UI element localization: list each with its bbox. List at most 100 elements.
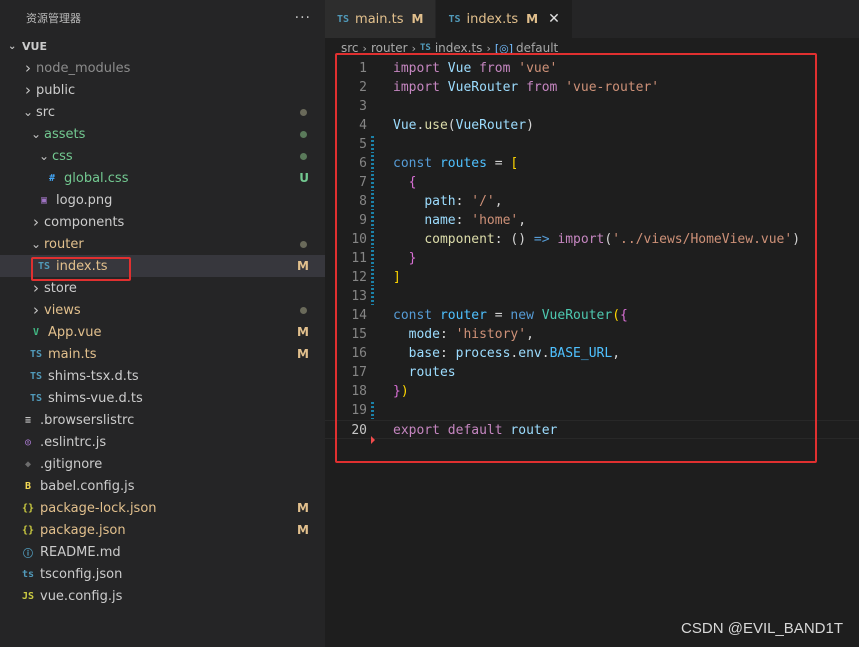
code-line[interactable]: 17 routes [325, 363, 859, 382]
line-number: 17 [351, 365, 367, 380]
tree-file[interactable]: V App.vue M [0, 321, 325, 343]
tree-file[interactable]: TS shims-tsx.d.ts [0, 365, 325, 387]
code-line[interactable]: 16 base: process.env.BASE_URL, [325, 344, 859, 363]
tree-folder[interactable]: › node_modules [0, 57, 325, 79]
gutter-modified-marker[interactable] [371, 155, 374, 172]
explorer-title: 资源管理器 [26, 11, 81, 25]
tree-file[interactable]: TS shims-vue.d.ts [0, 387, 325, 409]
code-line[interactable]: 1 import Vue from 'vue' [325, 59, 859, 78]
gutter-modified-marker[interactable] [371, 231, 374, 248]
tree-file[interactable]: ◎ .eslintrc.js [0, 431, 325, 453]
code-line[interactable]: 18}) [325, 382, 859, 401]
code-line[interactable]: 9 name: 'home', [325, 211, 859, 230]
breadcrumb-symbol[interactable]: default [516, 41, 558, 55]
tree-item-label: public [36, 82, 76, 98]
line-number: 14 [351, 308, 367, 323]
tree-file[interactable]: ◆ .gitignore [0, 453, 325, 475]
tree-folder[interactable]: ⌄ router [0, 233, 325, 255]
more-actions-icon[interactable]: ··· [295, 10, 311, 26]
tree-item-label: store [44, 280, 77, 296]
code-line[interactable]: 14 const router = new VueRouter({ [325, 306, 859, 325]
gutter-modified-marker[interactable] [371, 288, 374, 305]
tree-file[interactable]: ts tsconfig.json [0, 563, 325, 585]
tree-file[interactable]: TS index.ts M [0, 255, 325, 277]
tab-index-ts[interactable]: TS index.ts M ✕ [436, 0, 572, 38]
gutter-modified-marker[interactable] [371, 136, 374, 153]
gutter-modified-marker[interactable] [371, 269, 374, 286]
code-line[interactable]: 3 [325, 97, 859, 116]
tree-item-label: global.css [64, 170, 129, 186]
close-icon[interactable]: ✕ [548, 11, 560, 27]
chevron-right-icon: › [25, 81, 31, 99]
code-token: mode [408, 327, 440, 342]
tree-folder[interactable]: ⌄ assets [0, 123, 325, 145]
code-token: , [612, 346, 621, 361]
code-token: VueRouter [541, 308, 613, 323]
tree-file[interactable]: ≡ .browserslistrc [0, 409, 325, 431]
chevron-right-icon: › [33, 301, 39, 319]
git-status-badge: M [297, 523, 309, 537]
code-line[interactable]: 8 path: '/', [325, 192, 859, 211]
gutter-modified-marker[interactable] [371, 402, 374, 419]
code-line[interactable]: 2 import VueRouter from 'vue-router' [325, 78, 859, 97]
code-line[interactable]: 10 component: () => import('../views/Hom… [325, 230, 859, 249]
typescript-icon: TS [448, 13, 461, 25]
code-line[interactable]: 7 { [325, 173, 859, 192]
gutter-modified-marker[interactable] [371, 212, 374, 229]
breadcrumb-file[interactable]: index.ts [435, 41, 483, 55]
code-text: mode: 'history', [393, 325, 534, 344]
code-token: : () [494, 232, 534, 247]
tree-item-label: main.ts [48, 346, 97, 362]
tree-file[interactable]: ⓘ README.md [0, 541, 325, 563]
tree-file[interactable]: ▣ logo.png [0, 189, 325, 211]
tree-folder[interactable]: ⌄ css [0, 145, 325, 167]
tree-file[interactable]: # global.css U [0, 167, 325, 189]
code-line[interactable]: 4 Vue.use(VueRouter) [325, 116, 859, 135]
tree-file[interactable]: Bbabel.config.js [0, 475, 325, 497]
tree-folder[interactable]: › store [0, 277, 325, 299]
tree-file[interactable]: JS vue.config.js [0, 585, 325, 607]
code-line[interactable]: 12] [325, 268, 859, 287]
tree-item-label: assets [44, 126, 86, 142]
file-type-icon: ◆ [24, 458, 32, 470]
tree-item-label: shims-tsx.d.ts [48, 368, 139, 384]
code-token: process [455, 346, 511, 361]
breadcrumb-src[interactable]: src [341, 41, 359, 55]
code-line[interactable]: 15 mode: 'history', [325, 325, 859, 344]
watermark: CSDN @EVIL_BAND1T [681, 620, 843, 637]
gutter-modified-marker[interactable] [371, 193, 374, 210]
chevron-down-icon: ⌄ [30, 237, 42, 251]
tree-folder[interactable]: › views [0, 299, 325, 321]
file-type-icon: # [48, 172, 56, 184]
code-line[interactable]: 19 [325, 401, 859, 420]
typescript-icon: TS [419, 43, 431, 53]
code-line[interactable]: 6 const routes = [ [325, 154, 859, 173]
chevron-right-icon: › [362, 41, 367, 55]
code-text: path: '/', [393, 192, 502, 211]
tree-file[interactable]: {} package.json M [0, 519, 325, 541]
tree-file[interactable]: TS main.ts M [0, 343, 325, 365]
tree-folder[interactable]: › public [0, 79, 325, 101]
code-line[interactable]: 5 [325, 135, 859, 154]
gutter-deleted-marker[interactable] [371, 436, 375, 444]
code-line[interactable]: 20 export default router [325, 420, 859, 444]
code-token: use [424, 118, 448, 133]
code-line[interactable]: 13 [325, 287, 859, 306]
gutter-modified-marker[interactable] [371, 174, 374, 191]
breadcrumb-router[interactable]: router [371, 41, 408, 55]
tree-file[interactable]: {} package-lock.json M [0, 497, 325, 519]
tree-item-label: index.ts [56, 258, 108, 274]
workspace-section-header[interactable]: ⌄ VUE [0, 35, 325, 57]
tab-main-ts[interactable]: TS main.ts M [325, 0, 437, 38]
tree-folder[interactable]: ⌄ src [0, 101, 325, 123]
git-status-dot [300, 108, 307, 116]
file-type-icon: JS [21, 590, 35, 602]
code-editor[interactable]: 1 import Vue from 'vue' 2 import VueRouter … [325, 59, 859, 444]
code-token: import [393, 80, 440, 95]
tree-folder[interactable]: › components [0, 211, 325, 233]
gutter-modified-marker[interactable] [371, 250, 374, 267]
code-line[interactable]: 11 } [325, 249, 859, 268]
line-number: 9 [359, 213, 367, 228]
code-text: import VueRouter from 'vue-router' [393, 78, 659, 97]
